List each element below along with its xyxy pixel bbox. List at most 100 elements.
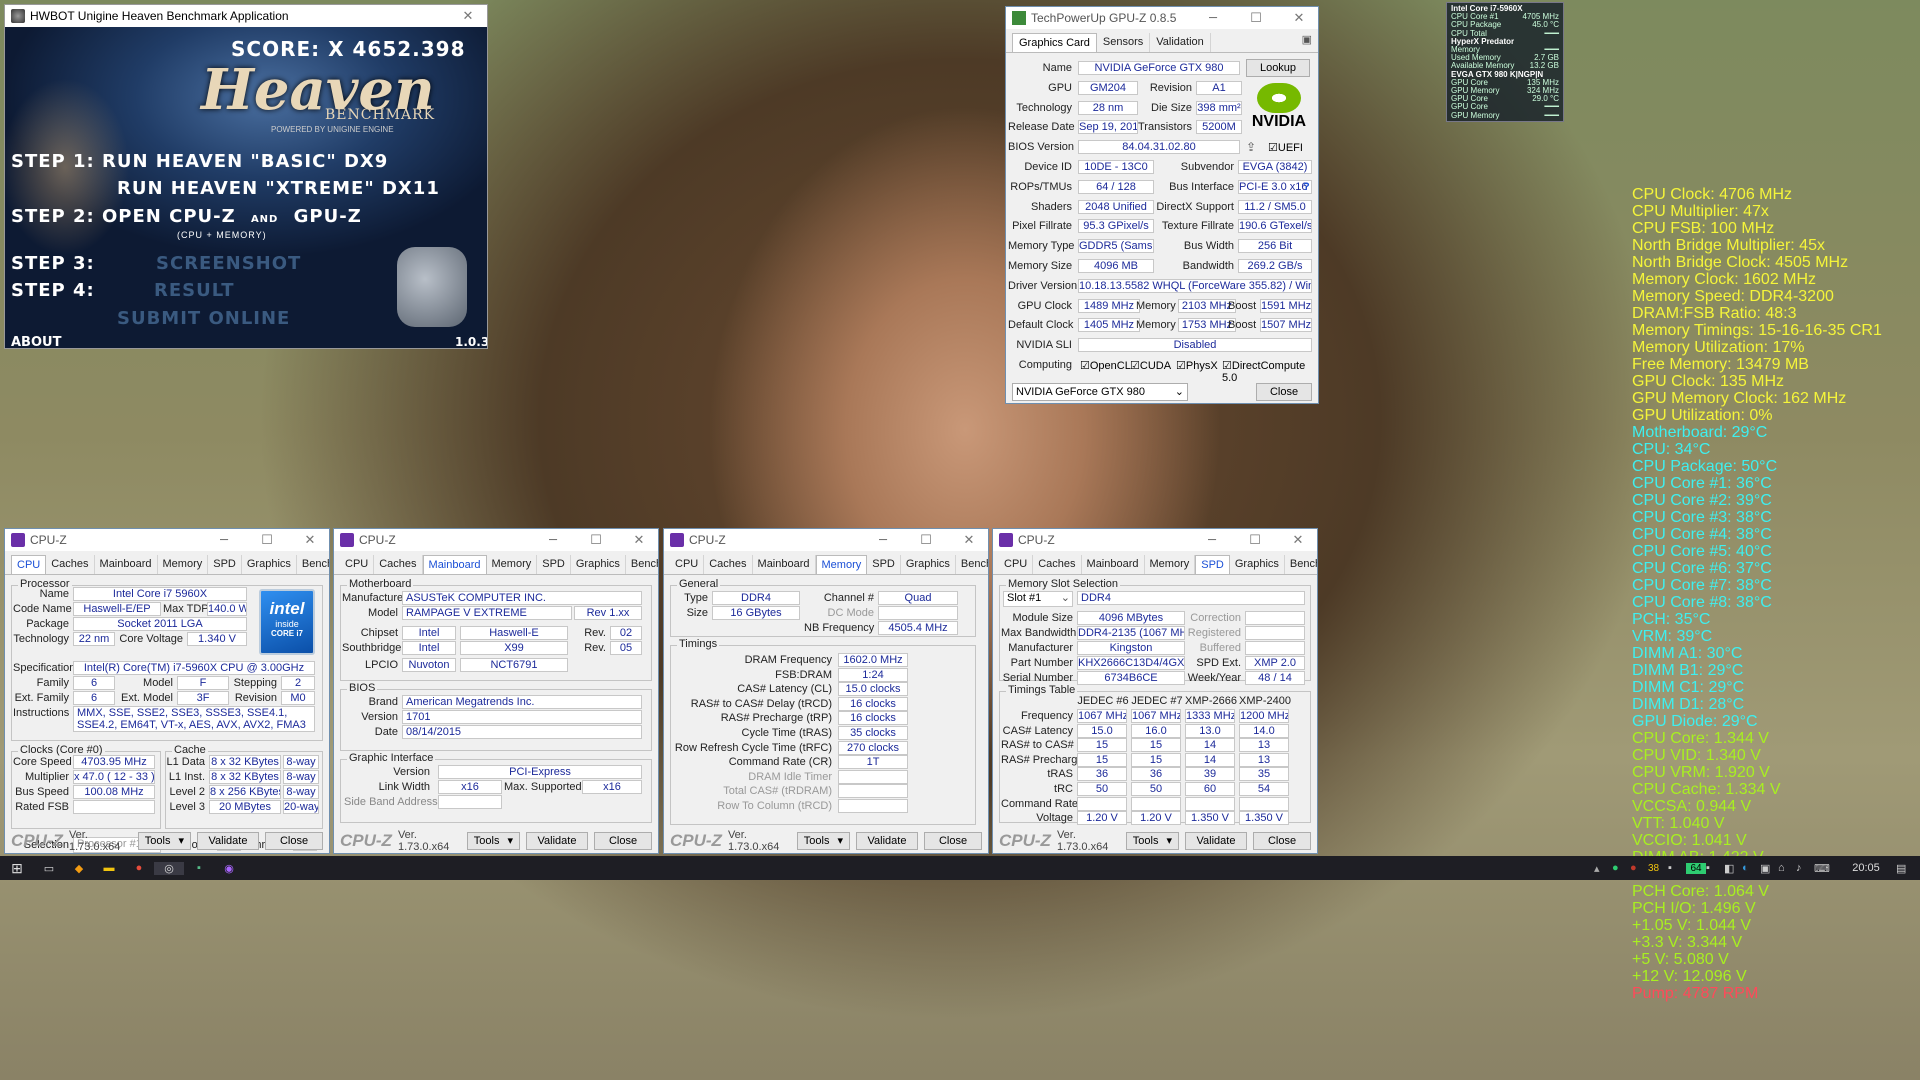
- close-icon[interactable]: ✕: [1280, 11, 1318, 26]
- minimize-icon[interactable]: ─: [205, 533, 243, 548]
- language-icon[interactable]: ⌨: [1814, 862, 1836, 875]
- cpuz-task-icon[interactable]: ◉: [214, 862, 244, 875]
- physx-check[interactable]: ☑PhysX: [1176, 359, 1218, 372]
- close-button[interactable]: Close: [265, 832, 323, 850]
- share-icon[interactable]: ⇪: [1246, 140, 1256, 154]
- tab-spd[interactable]: SPD: [208, 555, 242, 574]
- gpuz-close-button[interactable]: Close: [1256, 383, 1312, 401]
- tools-button[interactable]: Tools ▾: [796, 832, 850, 850]
- gpuz-titlebar[interactable]: TechPowerUp GPU-Z 0.8.5 ─ ☐ ✕: [1006, 7, 1318, 29]
- start-icon[interactable]: ⊞: [0, 860, 34, 877]
- validate-button[interactable]: Validate: [1185, 832, 1247, 850]
- cpuz-titlebar[interactable]: CPU-Z ─ ☐ ✕: [993, 529, 1317, 551]
- tab-memory[interactable]: Memory: [158, 555, 209, 574]
- app-icon-1[interactable]: ◆: [64, 862, 94, 875]
- tab-cpu[interactable]: CPU: [340, 555, 375, 574]
- close-button[interactable]: Close: [1253, 832, 1311, 850]
- tray-icon-b[interactable]: ●: [1612, 862, 1630, 874]
- minimize-icon[interactable]: ─: [1194, 11, 1232, 26]
- step4-action[interactable]: RESULT: [154, 280, 235, 301]
- tray-icon-c[interactable]: ●: [1630, 862, 1648, 874]
- tab-mainboard[interactable]: Mainboard: [753, 555, 816, 574]
- tab-graphics-card[interactable]: Graphics Card: [1012, 33, 1097, 52]
- notification-icon[interactable]: ▤: [1896, 862, 1920, 875]
- tab-bench[interactable]: Bench: [1285, 555, 1317, 574]
- camera-icon[interactable]: ▣: [1302, 33, 1312, 52]
- directcompute-check[interactable]: ☑DirectCompute 5.0: [1222, 359, 1318, 384]
- task-view-icon[interactable]: ▭: [34, 862, 64, 875]
- tab-bench[interactable]: Bench: [626, 555, 658, 574]
- tab-graphics[interactable]: Graphics: [1230, 555, 1285, 574]
- volume-icon[interactable]: ♪: [1796, 862, 1814, 874]
- tab-spd[interactable]: SPD: [867, 555, 901, 574]
- tab-graphics[interactable]: Graphics: [571, 555, 626, 574]
- close-icon[interactable]: ✕: [449, 9, 487, 24]
- tab-spd[interactable]: SPD: [1195, 555, 1230, 574]
- close-icon[interactable]: ✕: [620, 533, 658, 548]
- tab-memory[interactable]: Memory: [487, 555, 538, 574]
- tab-graphics[interactable]: Graphics: [901, 555, 956, 574]
- minimize-icon[interactable]: ─: [864, 533, 902, 548]
- lookup-button[interactable]: Lookup: [1246, 59, 1310, 77]
- cpuz-titlebar[interactable]: CPU-Z ─ ☐ ✕: [334, 529, 658, 551]
- help-icon[interactable]: ?: [1303, 181, 1310, 193]
- cpuz-titlebar[interactable]: CPU-Z ─ ☐ ✕: [664, 529, 988, 551]
- tab-memory[interactable]: Memory: [815, 555, 868, 574]
- submit-online-button[interactable]: SUBMIT ONLINE: [117, 308, 290, 329]
- heaven-task-icon[interactable]: ◎: [154, 861, 184, 875]
- tab-sensors[interactable]: Sensors: [1097, 33, 1151, 52]
- tray-icon-h[interactable]: ▣: [1760, 862, 1778, 875]
- minimize-icon[interactable]: ─: [1193, 533, 1231, 548]
- tools-button[interactable]: Tools ▾: [1125, 832, 1179, 850]
- file-explorer-icon[interactable]: ▬: [94, 862, 124, 874]
- close-button[interactable]: Close: [594, 832, 652, 850]
- tab-graphics[interactable]: Graphics: [242, 555, 297, 574]
- tab-spd[interactable]: SPD: [537, 555, 571, 574]
- close-icon[interactable]: ✕: [950, 533, 988, 548]
- tools-button[interactable]: Tools ▾: [137, 832, 191, 850]
- tab-caches[interactable]: Caches: [46, 555, 95, 574]
- maximize-icon[interactable]: ☐: [907, 533, 945, 548]
- gpuz-task-icon[interactable]: ▪: [184, 862, 214, 874]
- tray-icon-g[interactable]: ◐: [1742, 862, 1760, 874]
- minimize-icon[interactable]: ─: [534, 533, 572, 548]
- tab-caches[interactable]: Caches: [704, 555, 753, 574]
- tab-mainboard[interactable]: Mainboard: [1082, 555, 1145, 574]
- uefi-check[interactable]: ☑UEFI: [1268, 141, 1303, 154]
- tab-caches[interactable]: Caches: [1033, 555, 1082, 574]
- tray-icon-e[interactable]: ▪: [1706, 862, 1724, 874]
- opencl-check[interactable]: ☑OpenCL: [1080, 359, 1131, 372]
- tab-bench[interactable]: Bench: [297, 555, 329, 574]
- tab-validation[interactable]: Validation: [1150, 33, 1211, 52]
- close-icon[interactable]: ✕: [291, 533, 329, 548]
- validate-button[interactable]: Validate: [526, 832, 588, 850]
- maximize-icon[interactable]: ☐: [577, 533, 615, 548]
- step3-action[interactable]: SCREENSHOT: [156, 253, 301, 274]
- validate-button[interactable]: Validate: [197, 832, 259, 850]
- tab-cpu[interactable]: CPU: [999, 555, 1034, 574]
- tray-icon-f[interactable]: ◧: [1724, 862, 1742, 875]
- network-icon[interactable]: ⌂: [1778, 862, 1796, 874]
- validate-button[interactable]: Validate: [856, 832, 918, 850]
- tray-icon-d[interactable]: ▪: [1668, 862, 1686, 874]
- tab-cpu[interactable]: CPU: [11, 555, 47, 574]
- heaven-titlebar[interactable]: HWBOT Unigine Heaven Benchmark Applicati…: [5, 5, 487, 27]
- tools-button[interactable]: Tools ▾: [466, 832, 520, 850]
- tab-mainboard[interactable]: Mainboard: [95, 555, 158, 574]
- maximize-icon[interactable]: ☐: [248, 533, 286, 548]
- tray-icon-a[interactable]: ▴: [1594, 862, 1612, 875]
- tab-caches[interactable]: Caches: [374, 555, 423, 574]
- chrome-icon[interactable]: ●: [124, 862, 154, 874]
- tab-bench[interactable]: Bench: [956, 555, 988, 574]
- tab-mainboard[interactable]: Mainboard: [422, 555, 487, 574]
- tab-memory[interactable]: Memory: [1145, 555, 1196, 574]
- tray-count[interactable]: 38: [1648, 863, 1668, 874]
- tray-count-2[interactable]: 64: [1686, 862, 1706, 874]
- tab-cpu[interactable]: CPU: [670, 555, 705, 574]
- cpuz-titlebar[interactable]: CPU-Z ─ ☐ ✕: [5, 529, 329, 551]
- gpu-select[interactable]: NVIDIA GeForce GTX 980 ⌄: [1012, 383, 1188, 401]
- close-button[interactable]: Close: [924, 832, 982, 850]
- maximize-icon[interactable]: ☐: [1236, 533, 1274, 548]
- clock[interactable]: 20:05: [1836, 862, 1896, 874]
- slot-select[interactable]: Slot #1 ⌄: [1003, 591, 1073, 607]
